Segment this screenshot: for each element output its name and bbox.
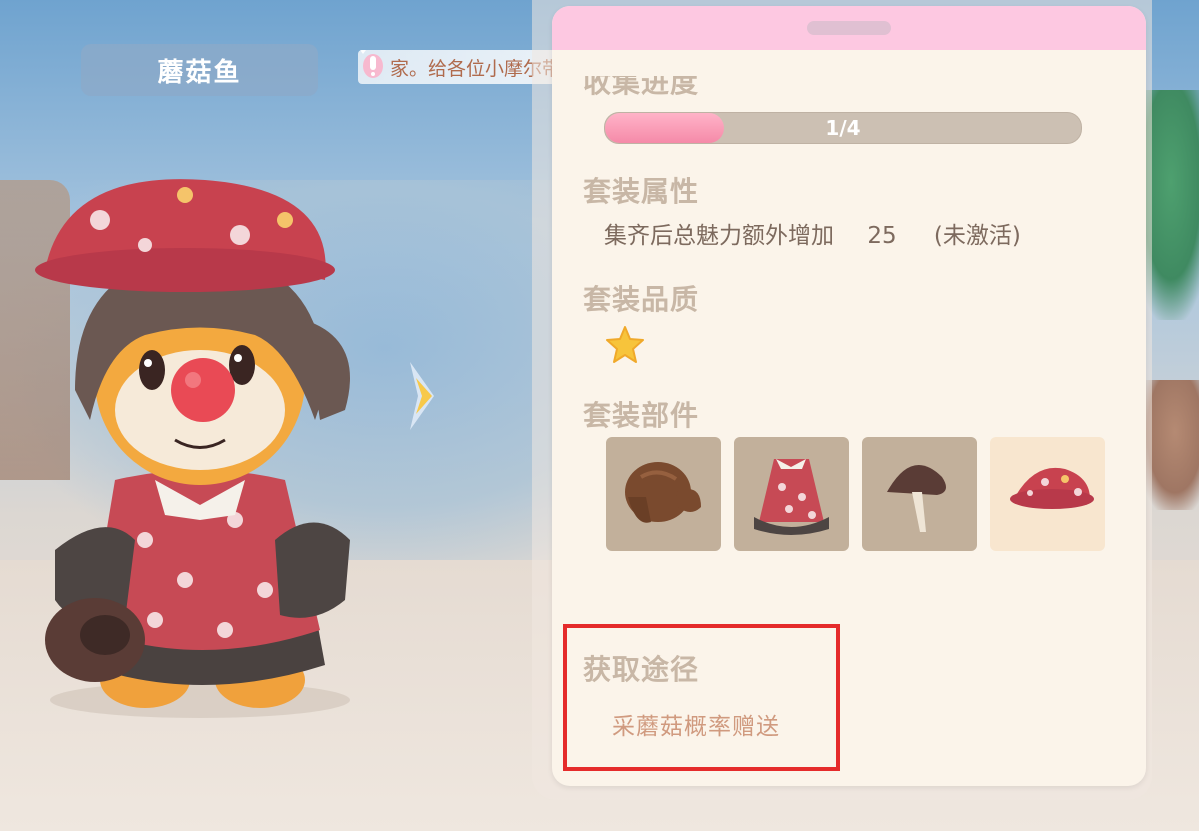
- dress-icon: [754, 459, 829, 535]
- chevron-right-icon: [410, 362, 434, 430]
- suit-quality-title: 套装品质: [583, 283, 700, 316]
- collect-progress-bar: 1/4: [604, 112, 1082, 144]
- part-slot-hair[interactable]: [606, 437, 721, 551]
- highlight-box: [563, 624, 840, 771]
- drag-handle[interactable]: [807, 21, 891, 35]
- part-slot-dress[interactable]: [734, 437, 849, 551]
- part-slot-mushroom-hat[interactable]: [990, 437, 1105, 551]
- announcement-bell-icon: [358, 50, 390, 84]
- part-slot-mushroom[interactable]: [862, 437, 977, 551]
- collect-progress-title: 收集进度: [583, 76, 700, 99]
- attribute-status: (未激活): [933, 223, 1021, 249]
- character-name: 蘑菇鱼: [157, 57, 242, 88]
- next-arrow-button[interactable]: [404, 358, 438, 434]
- progress-text: 1/4: [825, 116, 861, 140]
- attribute-desc: 集齐后总魅力额外增加: [604, 223, 834, 249]
- mushroom-icon: [887, 465, 946, 532]
- suit-attribute-row: 集齐后总魅力额外增加 25 (未激活): [604, 216, 1124, 250]
- panel-header: [552, 6, 1146, 50]
- mushroom-hat-icon: [1010, 467, 1094, 509]
- suit-attributes-title: 套装属性: [583, 175, 700, 208]
- suit-parts-list: [606, 437, 1105, 551]
- character-name-label: 蘑菇鱼: [81, 44, 318, 96]
- hair-icon: [625, 462, 701, 523]
- star-icon: [606, 326, 644, 363]
- attribute-value: 25: [867, 223, 897, 249]
- suit-parts-title: 套装部件: [583, 399, 700, 432]
- character-model: [35, 179, 350, 718]
